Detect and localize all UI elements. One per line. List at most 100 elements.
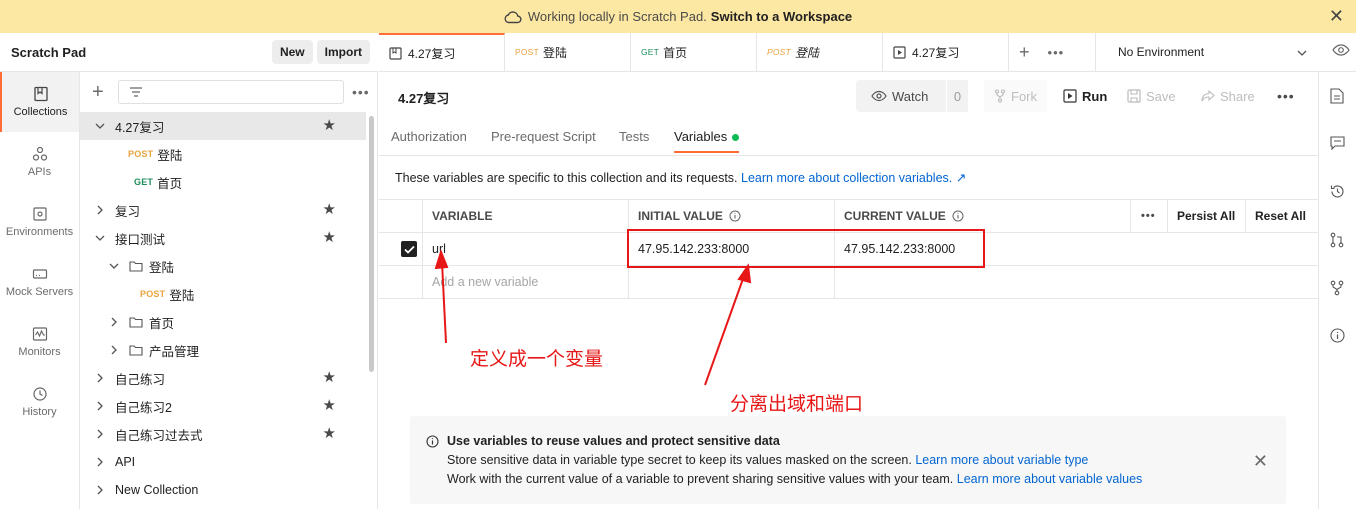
variable-values-link[interactable]: Learn more about variable values	[957, 472, 1143, 486]
tab-runner[interactable]: 4.27复习	[883, 33, 1009, 71]
chevron-right-icon[interactable]	[94, 429, 106, 439]
star-icon[interactable]: ★	[323, 370, 336, 385]
tree-item-folder[interactable]: 登陆	[80, 252, 366, 280]
chevron-right-icon[interactable]	[94, 485, 106, 495]
chevron-down-icon[interactable]	[108, 263, 120, 269]
tree-item-request[interactable]: POST 登陆	[80, 140, 366, 168]
pull-request-icon[interactable]	[1330, 232, 1344, 251]
monitors-icon	[32, 327, 47, 341]
changelog-icon[interactable]	[1330, 184, 1345, 202]
chevron-down-icon[interactable]	[94, 235, 106, 241]
add-variable-input[interactable]: Add a new variable	[423, 266, 629, 298]
filter-input[interactable]	[118, 80, 344, 104]
more-icon[interactable]: •••	[1048, 45, 1065, 60]
info-icon[interactable]	[1330, 328, 1345, 346]
tab-tests[interactable]: Tests	[619, 129, 649, 144]
tree-item-request[interactable]: GET 首页	[80, 168, 366, 196]
more-icon[interactable]: •••	[352, 84, 370, 100]
tree-item-folder[interactable]: 产品管理	[80, 336, 366, 364]
more-icon[interactable]: •••	[1131, 200, 1168, 232]
tab-variables[interactable]: Variables	[674, 129, 740, 153]
persist-all-button[interactable]: Persist All	[1168, 200, 1246, 232]
add-collection-button[interactable]: +	[92, 81, 110, 104]
tab-request[interactable]: POST 登陆	[757, 33, 883, 71]
current-value-cell[interactable]	[835, 266, 1318, 298]
rail-item-collections[interactable]: Collections	[0, 72, 79, 132]
documentation-icon[interactable]	[1330, 88, 1344, 107]
share-button[interactable]: Share	[1201, 80, 1255, 112]
tab-label: 登陆	[794, 45, 819, 60]
chevron-right-icon[interactable]	[94, 205, 106, 215]
tree-item-request[interactable]: POST 登陆	[80, 280, 366, 308]
enabled-checkbox[interactable]	[401, 241, 417, 257]
tree-item-folder[interactable]: 首页	[80, 308, 366, 336]
rail-item-mock-servers[interactable]: Mock Servers	[0, 252, 79, 312]
tree-scrollbar[interactable]	[369, 116, 374, 372]
chevron-down-icon[interactable]	[94, 123, 106, 129]
rail-item-monitors[interactable]: Monitors	[0, 312, 79, 372]
fork-label: Fork	[1011, 88, 1037, 104]
star-icon[interactable]: ★	[323, 202, 336, 217]
tab-label: 首页	[663, 45, 688, 60]
chevron-right-icon[interactable]	[94, 457, 106, 467]
tree-item-label: 登陆	[149, 260, 175, 275]
tree-item-collection[interactable]: 自己练习2 ★	[80, 392, 366, 420]
initial-value-cell[interactable]	[629, 266, 835, 298]
new-tab-button[interactable]: +	[1019, 42, 1030, 63]
learn-more-link[interactable]: Learn more about collection variables. ↗	[741, 171, 966, 185]
collection-tree: + ••• 4.27复习 ★ POST 登陆 GET 首页 复习 ★ 接口测试 …	[80, 72, 378, 509]
tree-item-collection[interactable]: 自己练习过去式 ★	[80, 420, 366, 448]
tree-item-collection[interactable]: 4.27复习 ★	[80, 112, 366, 140]
tab-pre-request-script[interactable]: Pre-request Script	[491, 129, 596, 144]
close-icon[interactable]: ✕	[1329, 7, 1344, 25]
rail-item-history[interactable]: History	[0, 372, 79, 432]
tree-item-collection[interactable]: 自己练习 ★	[80, 364, 366, 392]
star-icon[interactable]: ★	[323, 118, 336, 133]
tree-item-collection[interactable]: New Collection	[80, 476, 366, 504]
variable-type-link[interactable]: Learn more about variable type	[915, 453, 1088, 467]
tree-item-collection[interactable]: API	[80, 448, 366, 476]
star-icon[interactable]: ★	[323, 426, 336, 441]
tree-item-label: 复习	[115, 204, 141, 219]
tree-item-collection[interactable]: 复习 ★	[80, 196, 366, 224]
tree-item-label: 自己练习2	[115, 400, 172, 415]
fork-button[interactable]: Fork	[984, 80, 1047, 112]
tab-request[interactable]: GET 首页	[631, 33, 757, 71]
import-button[interactable]: Import	[316, 40, 370, 64]
eye-icon[interactable]	[1332, 43, 1350, 60]
new-button[interactable]: New	[271, 40, 313, 64]
tab-request[interactable]: POST 登陆	[505, 33, 631, 71]
chevron-right-icon[interactable]	[94, 373, 106, 383]
tab-authorization[interactable]: Authorization	[391, 129, 467, 144]
column-header: INITIAL VALUE	[638, 209, 723, 223]
variable-name-cell[interactable]: url	[423, 233, 629, 265]
rail-item-environments[interactable]: Environments	[0, 192, 79, 252]
chevron-right-icon[interactable]	[108, 345, 120, 355]
fork-icon[interactable]	[1330, 280, 1344, 299]
tree-item-label: 产品管理	[149, 344, 200, 359]
info-icon[interactable]	[729, 210, 741, 222]
rail-label: Monitors	[18, 346, 61, 358]
info-panel: Use variables to reuse values and protec…	[410, 416, 1286, 504]
star-icon[interactable]: ★	[323, 230, 336, 245]
tree-item-collection[interactable]: 接口测试 ★	[80, 224, 366, 252]
reset-all-button[interactable]: Reset All	[1246, 200, 1318, 232]
info-icon[interactable]	[952, 210, 964, 222]
environment-selector[interactable]: No Environment	[1095, 33, 1315, 71]
chevron-right-icon[interactable]	[108, 317, 120, 327]
run-button[interactable]: Run	[1059, 80, 1111, 112]
tree-item-label: API	[115, 455, 136, 469]
switch-workspace-link[interactable]: Switch to a Workspace	[711, 9, 852, 24]
banner-text: Working locally in Scratch Pad.	[527, 9, 707, 24]
chevron-right-icon[interactable]	[94, 401, 106, 411]
rail-item-apis[interactable]: APIs	[0, 132, 79, 192]
close-icon[interactable]: ✕	[1253, 451, 1268, 472]
tree-item-label: 登陆	[169, 288, 195, 303]
rail-label: History	[22, 406, 57, 418]
comments-icon[interactable]	[1330, 136, 1345, 153]
save-button[interactable]: Save	[1127, 80, 1176, 112]
star-icon[interactable]: ★	[323, 398, 336, 413]
tab-collection[interactable]: 4.27复习	[379, 33, 505, 71]
right-sidebar	[1318, 72, 1356, 509]
more-icon[interactable]: •••	[1277, 80, 1295, 112]
